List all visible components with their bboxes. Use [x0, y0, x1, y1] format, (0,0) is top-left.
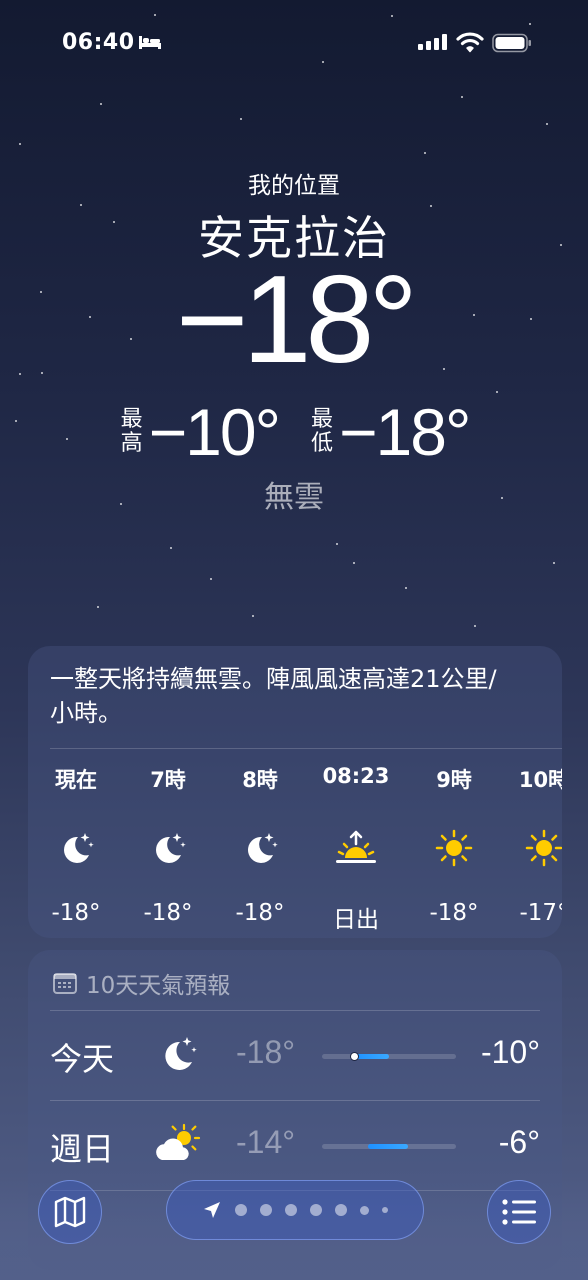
day-high-temperature: -6° — [498, 1124, 540, 1160]
day-low-temperature: -14° — [236, 1124, 296, 1160]
page-dot[interactable] — [335, 1204, 347, 1216]
temperature-range-fill — [367, 1144, 408, 1149]
sun-icon — [525, 829, 562, 867]
day-name: 今天 — [50, 1040, 115, 1078]
card-divider — [50, 1010, 540, 1011]
cellular-signal-icon — [418, 34, 447, 50]
low-value: −18° — [339, 395, 471, 469]
hour-time: 9時 — [436, 768, 472, 792]
list-icon — [502, 1199, 536, 1225]
hour-item: 9時 -18° — [414, 764, 494, 926]
page-dot[interactable] — [360, 1205, 369, 1215]
ten-day-forecast-title: 10天天氣預報 — [86, 973, 231, 999]
forecast-summary: 一整天將持續無雲。陣風風速高達21公里/小時。 — [50, 665, 497, 727]
hourly-forecast-card[interactable]: 一整天將持續無雲。陣風風速高達21公里/小時。 現在 -18° 7時 -18° … — [28, 646, 562, 938]
location-page-indicator[interactable] — [166, 1180, 424, 1240]
status-time: 06:40 — [62, 30, 135, 55]
my-location-label: 我的位置 — [248, 173, 340, 199]
page-dot[interactable] — [285, 1204, 297, 1216]
page-dot[interactable] — [235, 1204, 247, 1216]
day-high-temperature: -10° — [480, 1034, 540, 1070]
hour-temperature: -18° — [429, 900, 479, 926]
ten-day-forecast-header: 10天天氣預報 — [52, 966, 230, 1000]
bed-icon — [139, 36, 161, 49]
temperature-range-bar — [322, 1144, 456, 1149]
hour-time: 現在 — [55, 768, 97, 792]
map-icon — [54, 1196, 86, 1228]
partly-cloudy-sun-icon — [156, 1123, 201, 1160]
daily-row[interactable]: 週日 -14° -6° — [28, 1102, 562, 1190]
hour-item: 7時 -18° — [128, 764, 208, 926]
current-temperature-marker — [350, 1052, 360, 1061]
weather-condition: 無雲 — [264, 480, 324, 515]
sun-icon — [435, 829, 473, 867]
status-bar: 06:40 — [0, 0, 588, 88]
calendar-icon — [53, 973, 77, 994]
moon-stars-icon — [248, 833, 278, 863]
row-divider — [50, 1100, 540, 1101]
page-dot[interactable] — [382, 1207, 388, 1213]
location-arrow-icon — [204, 1202, 220, 1218]
battery-icon — [492, 33, 531, 53]
moon-stars-icon — [64, 833, 94, 863]
hour-temperature: -18° — [235, 900, 285, 926]
hour-item: 10時 -17° — [504, 764, 562, 926]
high-value: −10° — [148, 395, 281, 469]
hour-temperature: -17° — [519, 900, 562, 926]
hour-temperature: -18° — [143, 900, 193, 926]
hour-item: 08:23 日出 — [316, 764, 396, 934]
low-temperature-group: 最低 −18° — [309, 394, 471, 470]
high-label: 最高 — [120, 407, 143, 456]
hourly-forecast-list[interactable]: 現在 -18° 7時 -18° 8時 -18° 08:23 日出 9時 -18°… — [28, 764, 562, 934]
hour-time: 7時 — [150, 768, 186, 792]
moon-stars-icon — [165, 1037, 197, 1070]
card-divider — [50, 748, 562, 749]
sunrise-icon — [336, 830, 376, 863]
hour-item: 8時 -18° — [220, 764, 300, 926]
page-dot[interactable] — [260, 1204, 272, 1216]
wifi-icon — [456, 32, 484, 53]
hour-time: 10時 — [518, 768, 562, 792]
temperature-range-bar — [322, 1052, 456, 1061]
hour-time: 8時 — [242, 768, 278, 792]
page-dot[interactable] — [310, 1204, 322, 1216]
low-label: 最低 — [310, 407, 333, 456]
hour-temperature: -18° — [51, 900, 101, 926]
high-temperature-group: 最高 −10° — [119, 394, 281, 470]
hour-item: 現在 -18° — [36, 764, 116, 926]
hour-time: 08:23 — [322, 764, 390, 788]
day-low-temperature: -18° — [236, 1034, 296, 1070]
temperature-range-fill — [354, 1054, 389, 1059]
day-name: 週日 — [50, 1130, 115, 1168]
map-button[interactable] — [38, 1180, 102, 1244]
current-temperature: −18° — [176, 251, 418, 389]
location-list-button[interactable] — [487, 1180, 551, 1244]
moon-stars-icon — [156, 833, 186, 863]
daily-row[interactable]: 今天 -18° -10° — [28, 1012, 562, 1100]
hour-temperature: 日出 — [333, 907, 379, 933]
high-low-temperatures: 最高 −10° 最低 −18° — [0, 394, 588, 470]
